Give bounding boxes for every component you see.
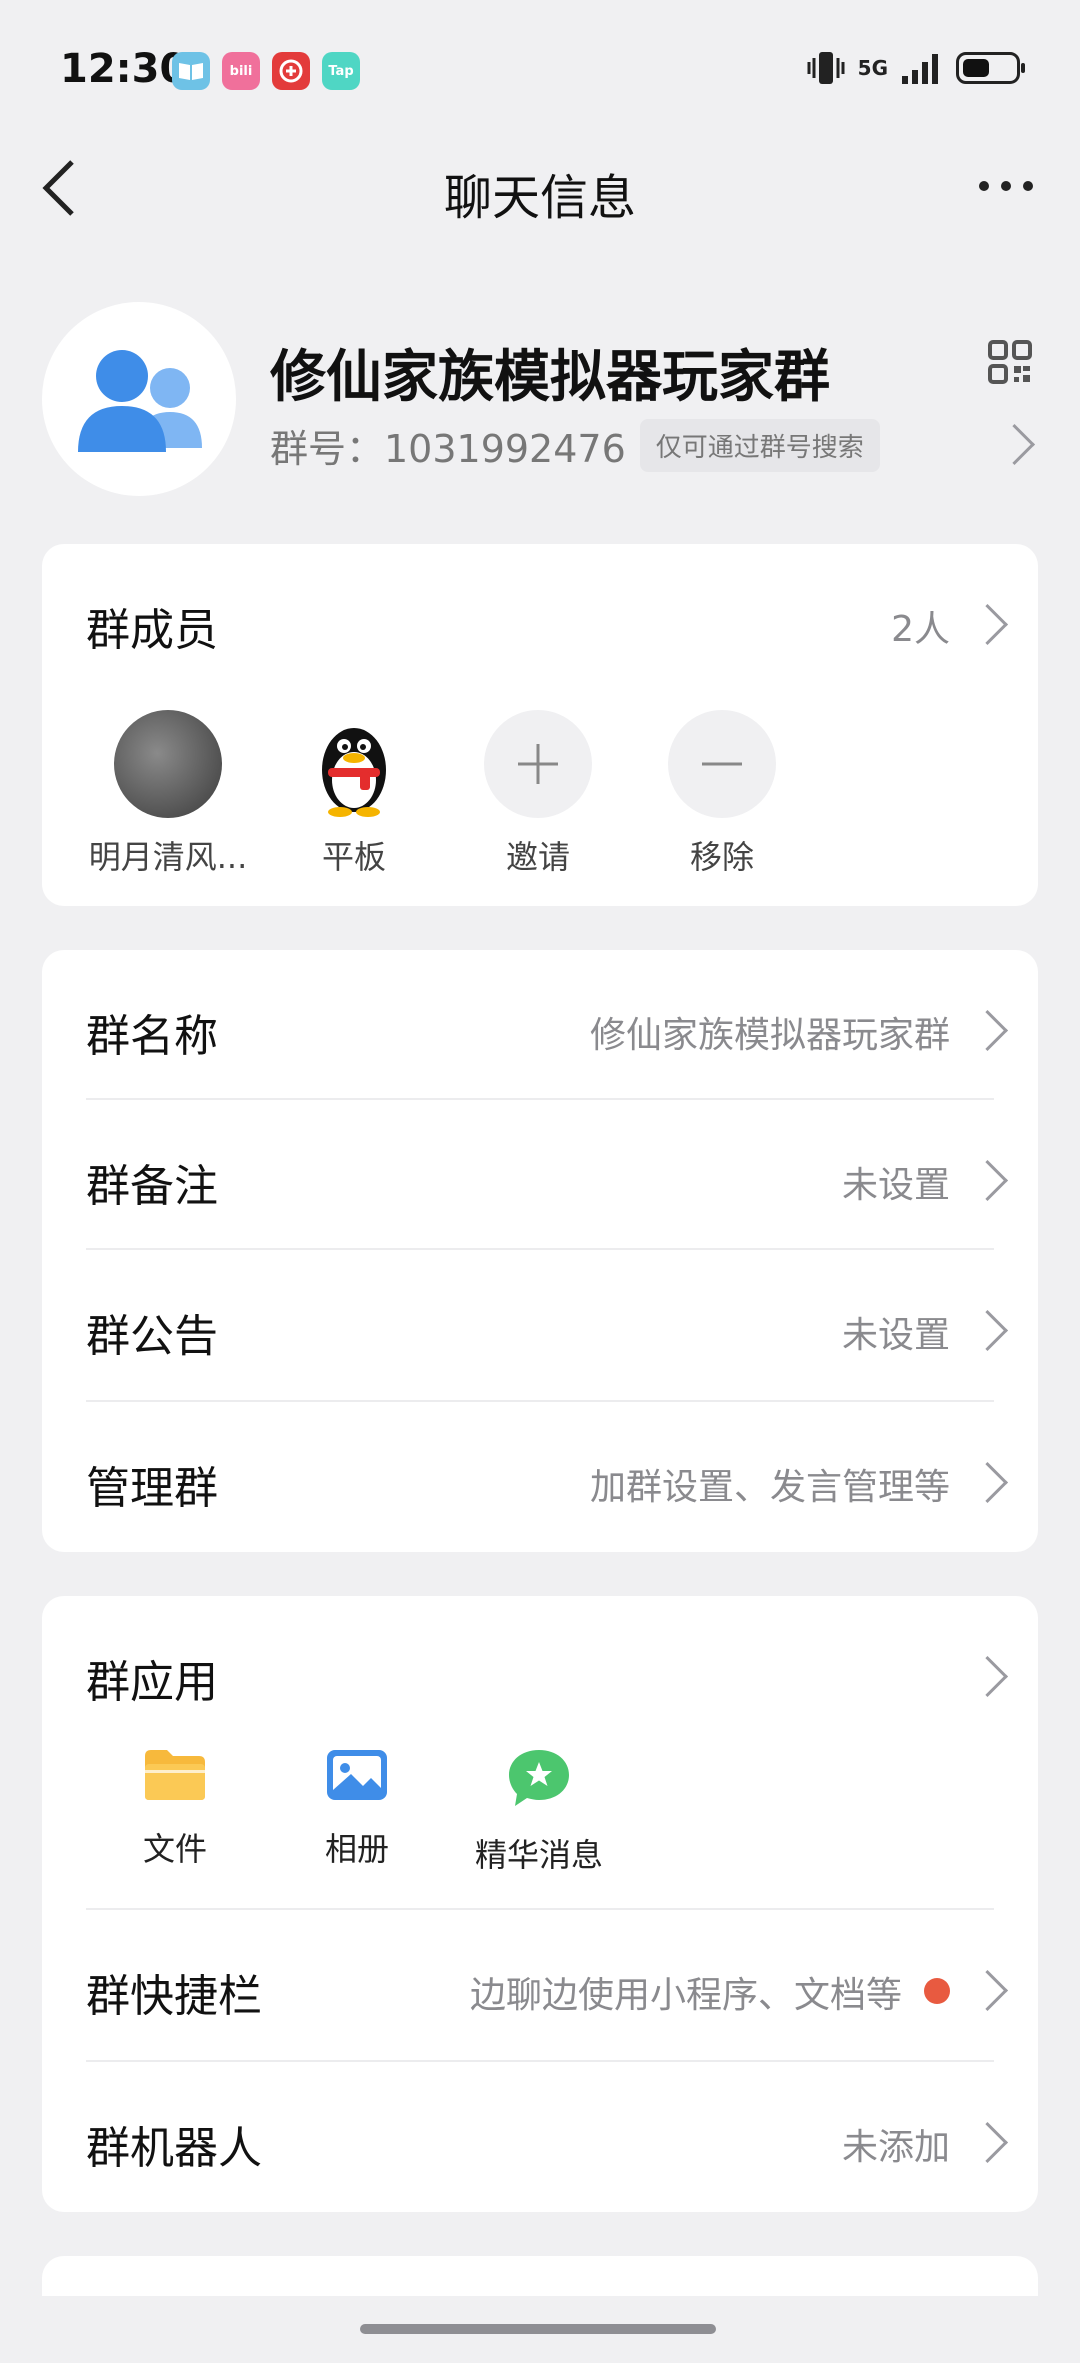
group-profile-chevron-icon[interactable] (993, 423, 1036, 466)
row-value: 未添加 (841, 2127, 950, 2168)
qq-penguin-avatar-icon (300, 710, 408, 818)
group-remark-row[interactable]: 群备注 未设置 (42, 1100, 1038, 1250)
group-announcement-row[interactable]: 群公告 未设置 (42, 1250, 1038, 1400)
members-count[interactable]: 2人 (891, 600, 950, 652)
minus-icon (668, 710, 776, 818)
group-apps-card: 群应用 文件 相册 精华消息 群快捷栏 边聊边使用小程序、文档等 群机器人 未添… (42, 1596, 1038, 2212)
member-name: 明月清风... (88, 838, 248, 876)
chevron-right-icon (966, 1461, 1009, 1504)
invite-label: 邀请 (505, 838, 570, 876)
members-card: 群成员 2人 明月清风... 平板 邀请 移除 (42, 544, 1038, 906)
members-label: 群成员 (86, 605, 218, 656)
more-options-icon[interactable] (978, 178, 1034, 194)
bilibili-app-icon: bili (222, 52, 260, 90)
taptap-app-icon: Tap (322, 52, 360, 90)
app-label: 相册 (324, 1830, 389, 1868)
group-id: 群号：1031992476 (270, 427, 626, 471)
status-app-icons: bili Tap (172, 52, 360, 90)
row-label: 群快捷栏 (86, 1971, 262, 2022)
red-dot-badge (924, 1978, 950, 2004)
row-label: 管理群 (86, 1463, 218, 1514)
chevron-right-icon (966, 2121, 1009, 2164)
chevron-right-icon (966, 1159, 1009, 1202)
row-label: 群备注 (86, 1161, 218, 1212)
member-name: 平板 (321, 838, 386, 876)
group-robot-row[interactable]: 群机器人 未添加 (42, 2062, 1038, 2212)
row-value: 未设置 (841, 1165, 950, 1206)
status-indicators: 5G (806, 50, 1025, 86)
row-value: 边聊边使用小程序、文档等 (469, 1975, 902, 2016)
home-indicator[interactable] (360, 2324, 716, 2334)
group-apps-label[interactable]: 群应用 (86, 1646, 218, 1710)
app-label: 文件 (142, 1830, 207, 1868)
group-name-row[interactable]: 群名称 修仙家族模拟器玩家群 (42, 950, 1038, 1100)
chevron-right-icon (966, 1969, 1009, 2012)
member-avatar (114, 710, 222, 818)
network-type: 5G (857, 56, 888, 80)
signal-icon (902, 54, 938, 84)
app-label: 精华消息 (474, 1836, 603, 1874)
row-label: 群名称 (86, 1011, 218, 1062)
search-tag: 仅可通过群号搜索 (639, 419, 880, 472)
row-value: 加群设置、发言管理等 (589, 1467, 950, 1508)
highlight-message-icon (509, 1750, 569, 1806)
red-app-icon (272, 52, 310, 90)
row-value: 修仙家族模拟器玩家群 (589, 1015, 950, 1056)
vibrate-icon (807, 52, 845, 84)
manage-group-row[interactable]: 管理群 加群设置、发言管理等 (42, 1402, 1038, 1552)
invite-button[interactable]: 邀请 (458, 710, 618, 878)
highlight-messages-app[interactable]: 精华消息 (454, 1748, 624, 1876)
album-app[interactable]: 相册 (272, 1748, 442, 1870)
next-card (42, 2256, 1038, 2296)
group-name: 修仙家族模拟器玩家群 (270, 345, 830, 410)
chevron-right-icon (966, 1009, 1009, 1052)
page-title: 聊天信息 (443, 170, 636, 226)
remove-label: 移除 (689, 838, 754, 876)
qr-code-icon[interactable] (988, 340, 1032, 384)
remove-button[interactable]: 移除 (642, 710, 802, 878)
group-id-row: 群号：1031992476 仅可通过群号搜索 (270, 418, 880, 473)
battery-icon (956, 52, 1025, 84)
chevron-right-icon (966, 1309, 1009, 1352)
group-info-card: 群名称 修仙家族模拟器玩家群 群备注 未设置 群公告 未设置 管理群 加群设置、… (42, 950, 1038, 1552)
row-label: 群机器人 (86, 2123, 262, 2174)
album-icon (327, 1750, 387, 1800)
member-item[interactable]: 明月清风... (88, 710, 248, 878)
status-time: 12:30 (60, 46, 188, 92)
shortcut-bar-row[interactable]: 群快捷栏 边聊边使用小程序、文档等 (42, 1910, 1038, 2060)
row-value: 未设置 (841, 1315, 950, 1356)
folder-icon (145, 1750, 205, 1800)
group-avatar[interactable] (42, 302, 236, 496)
group-avatar-icon (78, 350, 202, 452)
book-app-icon (172, 52, 210, 90)
member-item[interactable]: 平板 (274, 710, 434, 878)
group-apps-chevron-icon[interactable] (966, 1655, 1009, 1698)
plus-icon (484, 710, 592, 818)
files-app[interactable]: 文件 (90, 1748, 260, 1870)
row-label: 群公告 (86, 1311, 218, 1362)
members-chevron-icon[interactable] (966, 603, 1009, 646)
